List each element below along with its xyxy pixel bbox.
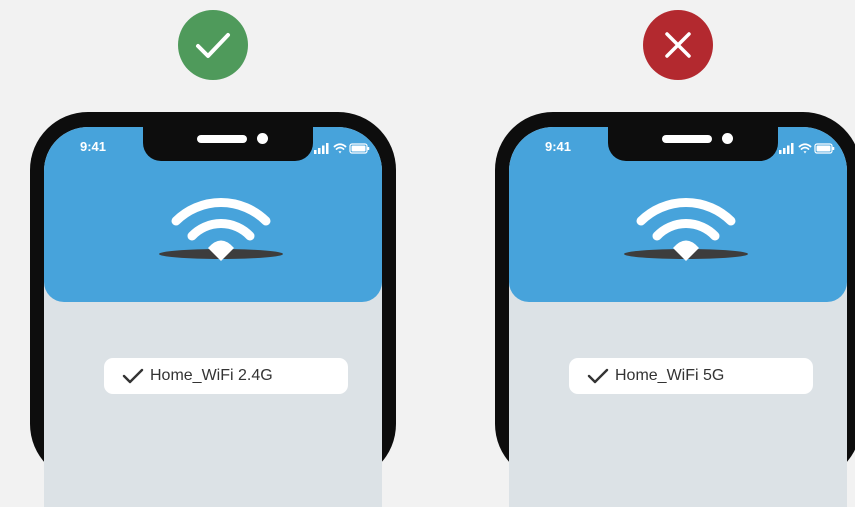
correct-badge <box>178 10 248 80</box>
battery-icon <box>349 143 370 154</box>
status-icons <box>314 143 370 154</box>
checkmark-icon <box>122 368 144 384</box>
close-icon <box>665 32 691 58</box>
wifi-status-icon <box>333 143 347 150</box>
wrong-badge <box>643 10 713 80</box>
status-icons <box>779 143 835 154</box>
phone-notch <box>608 127 778 161</box>
wifi-status-icon <box>798 143 812 150</box>
phone-screen: 9:41 <box>44 127 382 507</box>
battery-icon <box>814 143 835 154</box>
status-time: 9:41 <box>80 139 107 154</box>
speaker-icon <box>197 135 247 143</box>
checkmark-icon <box>587 368 609 384</box>
selected-network-row[interactable]: Home_WiFi 2.4G <box>104 358 348 394</box>
signal-icon <box>779 143 794 154</box>
speaker-icon <box>662 135 712 143</box>
correct-example-panel: 9:41 Home_WiFi 2.4G <box>22 0 412 507</box>
wifi-signal-icon <box>159 198 283 261</box>
phone-mockup: 9:41 <box>30 112 396 507</box>
camera-icon <box>722 133 733 144</box>
wrong-example-panel: 9:41 Home_WiFi 5G <box>487 0 855 507</box>
network-name: Home_WiFi 5G <box>615 367 725 384</box>
status-time: 9:41 <box>545 139 572 154</box>
network-name: Home_WiFi 2.4G <box>150 367 273 384</box>
wifi-signal-icon <box>624 198 748 261</box>
phone-screen: 9:41 <box>509 127 847 507</box>
screen-header: 9:41 <box>509 127 847 302</box>
checkmark-icon <box>196 33 230 58</box>
selected-network-row[interactable]: Home_WiFi 5G <box>569 358 813 394</box>
screen-header: 9:41 <box>44 127 382 302</box>
signal-icon <box>314 143 329 154</box>
camera-icon <box>257 133 268 144</box>
phone-mockup: 9:41 <box>495 112 855 507</box>
phone-notch <box>143 127 313 161</box>
